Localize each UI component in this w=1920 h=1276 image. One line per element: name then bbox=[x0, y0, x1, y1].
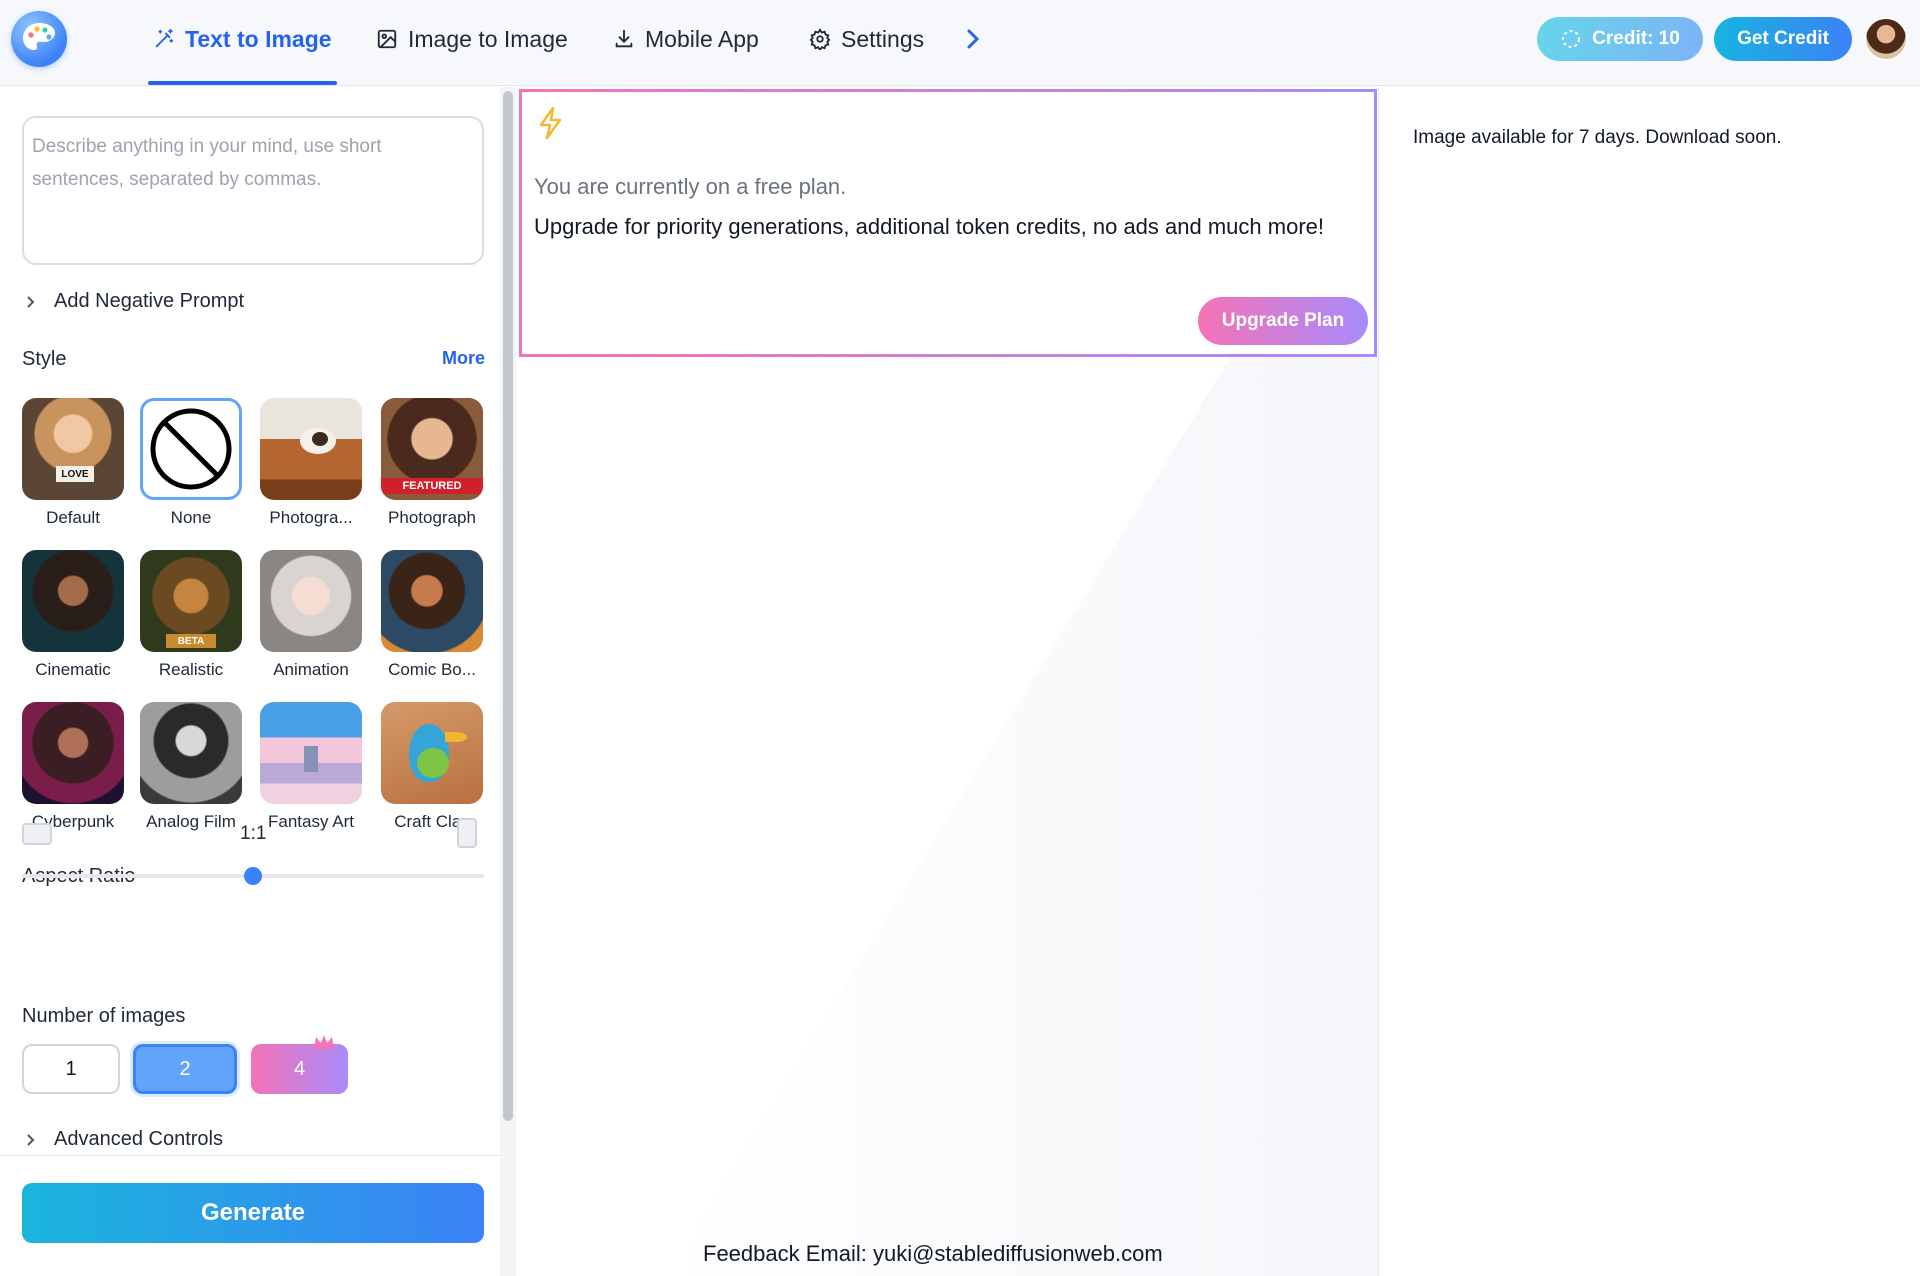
aspect-ratio-slider[interactable] bbox=[22, 867, 484, 885]
style-thumb bbox=[140, 702, 242, 804]
chevron-right-icon bbox=[27, 295, 35, 308]
upgrade-plan-button[interactable]: Upgrade Plan bbox=[1198, 297, 1368, 345]
add-negative-prompt-toggle[interactable]: Add Negative Prompt bbox=[22, 290, 244, 313]
tab-label: Text to Image bbox=[185, 25, 332, 52]
magic-wand-icon bbox=[155, 28, 174, 48]
feedback-email: Feedback Email: yuki@stablediffusionweb.… bbox=[703, 1241, 1163, 1266]
avatar[interactable] bbox=[1864, 17, 1908, 61]
style-thumb: LOVE bbox=[22, 398, 124, 500]
beta-badge: BETA bbox=[166, 634, 216, 648]
tab-image-to-image[interactable]: Image to Image bbox=[376, 22, 568, 56]
style-label: Photogra... bbox=[269, 508, 353, 527]
landscape-ratio-icon[interactable] bbox=[22, 823, 52, 845]
style-label: Cinematic bbox=[35, 660, 111, 679]
chevron-right-icon[interactable] bbox=[958, 24, 988, 54]
style-thumb: FEATURED bbox=[381, 398, 483, 500]
upgrade-message: Upgrade for priority generations, additi… bbox=[534, 214, 1324, 239]
style-label: Default bbox=[46, 508, 100, 527]
castle-shape bbox=[304, 746, 318, 772]
style-thumb bbox=[22, 702, 124, 804]
style-analog-film[interactable]: Analog Film bbox=[139, 702, 243, 832]
tab-settings[interactable]: Settings bbox=[809, 22, 924, 56]
result-area: You are currently on a free plan. Upgrad… bbox=[517, 87, 1379, 1276]
free-plan-text: You are currently on a free plan. bbox=[534, 174, 847, 199]
style-label: Animation bbox=[273, 660, 349, 679]
bird-wing bbox=[417, 748, 449, 778]
left-panel-scrollbar[interactable] bbox=[500, 87, 516, 1276]
tab-mobile-app[interactable]: Mobile App bbox=[613, 22, 759, 56]
active-tab-indicator bbox=[148, 81, 337, 85]
style-thumb bbox=[260, 702, 362, 804]
download-icon bbox=[615, 29, 633, 48]
ban-icon bbox=[150, 408, 232, 490]
chevron-right-icon bbox=[27, 1133, 35, 1146]
style-thumb bbox=[381, 702, 483, 804]
style-label: None bbox=[170, 508, 212, 527]
style-thumb bbox=[381, 550, 483, 652]
style-thumb bbox=[260, 550, 362, 652]
style-comic-book[interactable]: Comic Bo... bbox=[380, 550, 484, 680]
style-thumb bbox=[140, 398, 242, 500]
credit-label: Credit: 10 bbox=[1592, 28, 1680, 49]
scrollbar-thumb[interactable] bbox=[503, 91, 513, 1121]
prompt-input[interactable]: Describe anything in your mind, use shor… bbox=[22, 116, 484, 265]
aspect-ratio-slider-thumb[interactable] bbox=[244, 867, 262, 885]
tab-label: Settings bbox=[841, 25, 925, 52]
generate-button[interactable]: Generate bbox=[22, 1183, 484, 1243]
image-count-2-button[interactable]: 2 bbox=[133, 1044, 237, 1094]
style-fantasy-art[interactable]: Fantasy Art bbox=[259, 702, 363, 832]
style-title: Style bbox=[22, 348, 67, 370]
style-photography-cat[interactable]: Photogra... bbox=[259, 398, 363, 528]
style-animation[interactable]: Animation bbox=[259, 550, 363, 680]
style-more-link[interactable]: More bbox=[442, 348, 485, 369]
advanced-controls-label: Advanced Controls bbox=[54, 1128, 223, 1150]
portrait-ratio-icon[interactable] bbox=[457, 818, 477, 848]
style-none[interactable]: None bbox=[139, 398, 243, 528]
get-credit-button[interactable]: Get Credit bbox=[1714, 17, 1852, 61]
style-photograph-featured[interactable]: FEATURED Photograph bbox=[380, 398, 484, 528]
cat-patch bbox=[312, 432, 328, 446]
style-realistic[interactable]: BETA Realistic bbox=[139, 550, 243, 680]
upgrade-plan-card: You are currently on a free plan. Upgrad… bbox=[519, 89, 1377, 357]
crown-icon bbox=[314, 1035, 334, 1049]
image-count-1-button[interactable]: 1 bbox=[22, 1044, 120, 1094]
image-count-4-button[interactable]: 4 bbox=[251, 1044, 348, 1094]
image-availability-notice: Image available for 7 days. Download soo… bbox=[1413, 127, 1782, 148]
palette-logo-icon[interactable] bbox=[11, 11, 67, 67]
advanced-controls-toggle[interactable]: Advanced Controls bbox=[22, 1128, 223, 1151]
lightning-bolt-icon bbox=[539, 106, 562, 140]
style-craft-clay[interactable]: Craft Clay bbox=[380, 702, 484, 832]
style-thumb: BETA bbox=[140, 550, 242, 652]
style-label: Photograph bbox=[388, 508, 476, 527]
style-label: Fantasy Art bbox=[268, 812, 354, 831]
aspect-ratio-value: 1:1 bbox=[240, 823, 267, 844]
style-label: Realistic bbox=[158, 660, 224, 679]
style-cyberpunk[interactable]: Cyberpunk bbox=[21, 702, 125, 832]
left-settings-panel: Describe anything in your mind, use shor… bbox=[0, 87, 500, 1276]
negative-prompt-label: Add Negative Prompt bbox=[54, 290, 245, 312]
tab-label: Image to Image bbox=[408, 25, 568, 52]
style-default[interactable]: LOVE Default bbox=[21, 398, 125, 528]
style-label: Analog Film bbox=[146, 812, 236, 831]
tab-label: Mobile App bbox=[645, 25, 759, 52]
tab-text-to-image[interactable]: Text to Image bbox=[153, 22, 332, 56]
gear-icon bbox=[809, 28, 831, 50]
style-thumb bbox=[260, 398, 362, 500]
credit-badge[interactable]: Credit: 10 bbox=[1537, 17, 1703, 61]
number-of-images-title: Number of images bbox=[22, 1005, 186, 1027]
image-icon bbox=[377, 29, 397, 49]
bird-beak bbox=[445, 732, 467, 742]
top-header: Text to Image Image to Image Mobile App … bbox=[0, 0, 1920, 86]
featured-badge: FEATURED bbox=[381, 478, 483, 494]
love-sign: LOVE bbox=[56, 466, 94, 482]
history-panel: Image available for 7 days. Download soo… bbox=[1380, 87, 1920, 1276]
panel-divider bbox=[0, 1155, 500, 1156]
style-thumb bbox=[22, 550, 124, 652]
style-label: Comic Bo... bbox=[388, 660, 476, 679]
credit-coin-icon bbox=[1562, 30, 1581, 48]
style-cinematic[interactable]: Cinematic bbox=[21, 550, 125, 680]
